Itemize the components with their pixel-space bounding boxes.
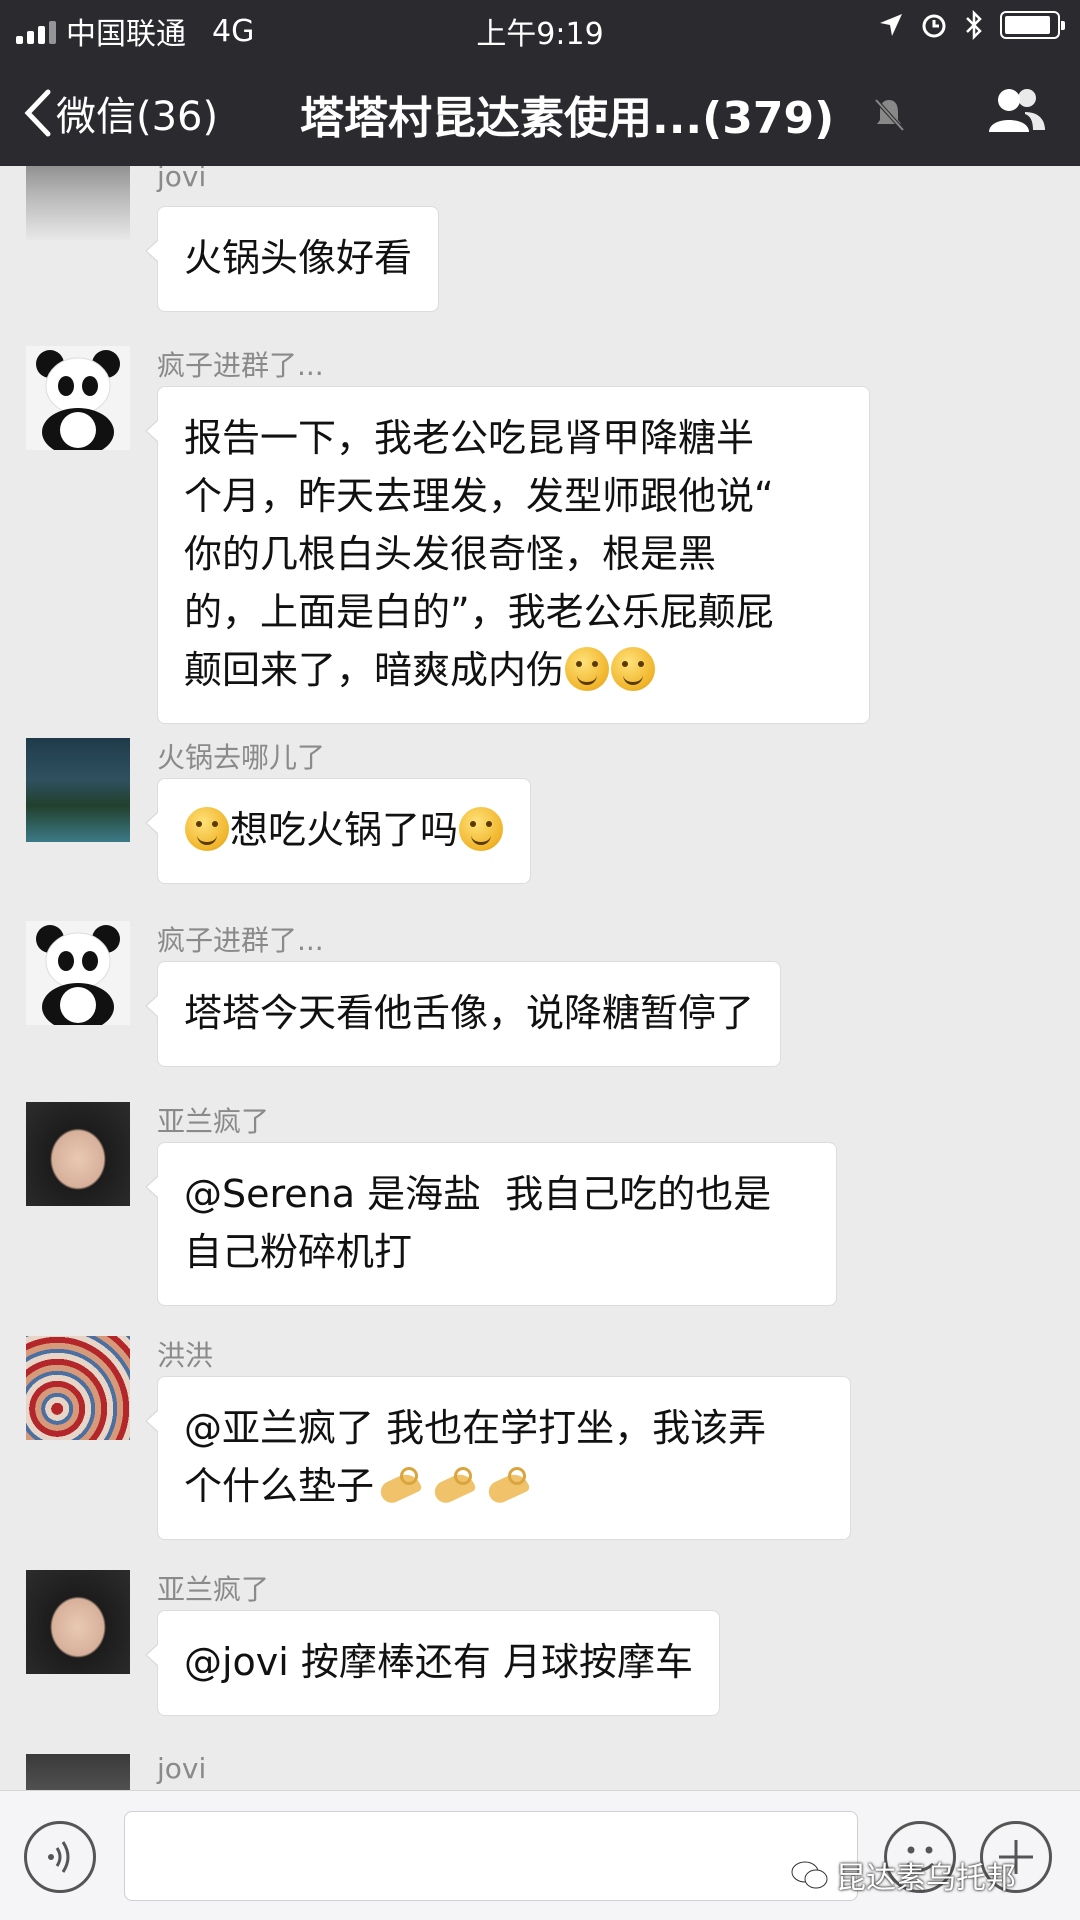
message-text-line: 个什么垫子 [184,1464,375,1508]
sender-name: jovi [157,166,207,193]
alarm-icon [922,14,946,38]
sender-name: 亚兰疯了 [157,1105,270,1138]
avatar-jovi[interactable] [26,166,130,240]
chat-header: 微信(36) 塔塔村昆达素使用...(379) [0,56,1080,166]
facepalm-emoji-icon [565,647,610,691]
sender-name: 疯子进群了... [157,924,324,957]
message-text-line: 的，上面是白的”，我老公乐屁颠屁 [184,590,774,634]
avatar-woman[interactable] [26,1570,130,1674]
message-text-line: 自己粉碎机打 [184,1230,413,1274]
voice-button[interactable] [24,1821,96,1893]
message-bubble[interactable]: @Serena 是海盐 我自己吃的也是 自己粉碎机打 [145,1142,837,1306]
sender-name: 亚兰疯了 [157,1573,270,1606]
message-bubble[interactable]: @jovi 按摩棒还有 月球按摩车 [144,1610,721,1716]
message-text: 想吃火锅了吗 [230,808,459,852]
message-list[interactable]: jovi 火锅头像好看 疯子进群了... 报告一下，我老公吃昆肾甲降糖半 个月，… [0,166,1080,1790]
message-text-line: @Serena 是海盐 我自己吃的也是 [184,1172,772,1216]
panda-avatar-image [36,925,120,1025]
sender-name: jovi [157,1752,207,1785]
avatar-forest[interactable] [26,738,130,842]
message-text: 塔塔今天看他舌像，说降糖暂停了 [184,991,755,1035]
status-bar: 中国联通 4G 上午9:19 [0,0,1080,56]
battery-icon [1000,11,1065,39]
chat-title: 塔塔村昆达素使用...(379) [300,93,835,144]
avatar-swirl[interactable] [26,1336,130,1440]
message-bubble[interactable]: 想吃火锅了吗 [144,778,532,884]
avatar-panda[interactable] [26,346,130,450]
wechat-logo-icon [791,1861,828,1889]
message-text-line: 你的几根白头发很奇怪，根是黑 [184,532,717,576]
avatar-woman[interactable] [26,1102,130,1206]
watermark: 昆达素乌托邦 [790,1853,1016,1897]
group-members-icon[interactable] [985,86,1047,136]
watermark-text: 昆达素乌托邦 [836,1861,1016,1896]
avatar-jovi[interactable] [26,1754,130,1790]
message-bubble[interactable]: 报告一下，我老公吃昆肾甲降糖半 个月，昨天去理发，发型师跟他说“ 你的几根白头发… [145,386,870,724]
message-text-line: 颠回来了，暗爽成内伤 [184,648,565,692]
message-bubble[interactable]: 火锅头像好看 [144,206,440,312]
panda-avatar-image [36,350,120,450]
message-text: 火锅头像好看 [184,236,413,280]
back-label: 微信(36) [56,94,219,140]
laughing-emoji-icon [611,647,656,691]
message-text-line: @亚兰疯了 我也在学打坐，我该弄 [184,1406,767,1450]
ok-hand-emoji-icon [484,1463,534,1507]
message-bubble[interactable]: 塔塔今天看他舌像，说降糖暂停了 [144,961,782,1067]
ok-hand-emoji-icon [376,1463,426,1507]
sender-name: 洪洪 [157,1339,214,1372]
message-text-line: 报告一下，我老公吃昆肾甲降糖半 [184,416,755,460]
back-button[interactable]: 微信(36) [22,84,218,142]
message-text-line: 个月，昨天去理发，发型师跟他说“ [184,474,774,518]
mute-bell-icon [874,98,905,132]
message-text: @jovi 按摩棒还有 月球按摩车 [184,1640,694,1684]
voice-icon [48,1841,70,1873]
input-bar: 昆达素乌托邦 [0,1790,1080,1920]
bluetooth-icon [966,10,982,40]
smug-emoji-icon [185,807,229,851]
smirk-emoji-icon [459,807,504,851]
message-bubble[interactable]: @亚兰疯了 我也在学打坐，我该弄 个什么垫子 [145,1376,851,1540]
sender-name: 疯子进群了... [157,349,324,382]
sender-name: 火锅去哪儿了 [157,741,326,774]
message-input[interactable] [124,1811,858,1901]
back-chevron-icon [24,89,51,137]
ok-hand-emoji-icon [430,1463,480,1507]
avatar-panda[interactable] [26,921,130,1025]
location-icon [880,14,902,36]
